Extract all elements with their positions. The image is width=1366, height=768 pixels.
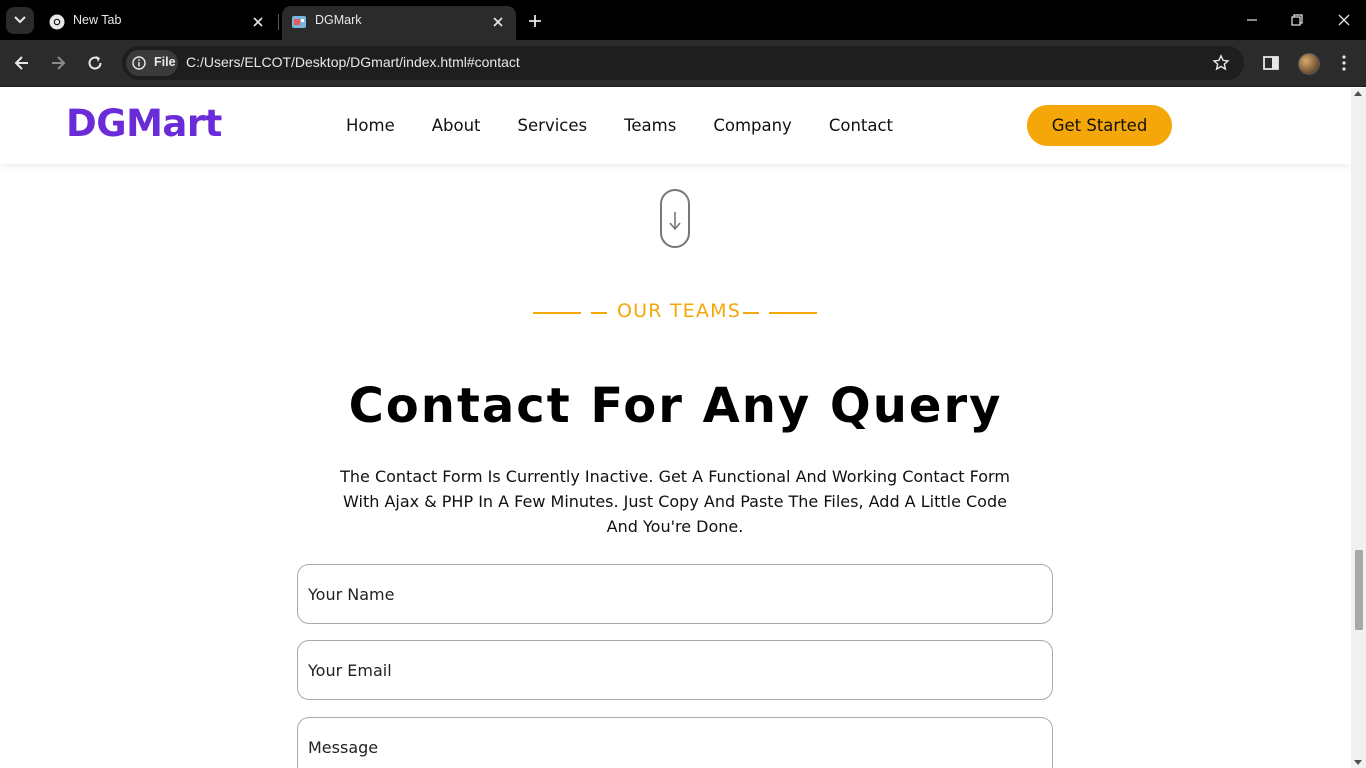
site-header: DGMart Home About Services Teams Company… [0,88,1351,164]
restore-icon[interactable] [1287,10,1307,30]
scroll-up-arrow-icon[interactable] [1354,91,1362,96]
url-text[interactable]: C:/Users/ELCOT/Desktop/DGmart/index.html… [186,54,520,70]
file-chip-label: File [154,55,176,69]
nav-services[interactable]: Services [518,116,588,135]
scroll-down-indicator[interactable] [660,189,690,248]
chevron-down-icon [14,16,26,24]
eyebrow-line [769,312,817,314]
nav-contact[interactable]: Contact [829,116,893,135]
site-info-chip[interactable]: File [126,50,178,76]
section-eyebrow: OUR TEAMS [533,300,817,324]
email-field[interactable] [297,640,1053,700]
more-menu-icon[interactable] [1334,53,1354,73]
address-bar[interactable]: File C:/Users/ELCOT/Desktop/DGmart/index… [122,46,1244,80]
nav-company[interactable]: Company [713,116,792,135]
window-close-icon[interactable] [1334,10,1354,30]
eyebrow-line [591,312,607,314]
back-arrow-icon[interactable] [12,53,32,73]
side-panel-icon[interactable] [1261,53,1281,73]
section-title: Contact For Any Query [348,378,1003,434]
minimize-icon[interactable] [1242,10,1262,30]
nav-teams[interactable]: Teams [624,116,676,135]
tab-title: DGMark [315,13,362,27]
nav-home[interactable]: Home [346,116,395,135]
forward-arrow-icon[interactable] [48,53,68,73]
page-favicon-icon [292,16,306,28]
close-icon[interactable] [250,14,266,30]
eyebrow-line [533,312,581,314]
tab-search-button[interactable] [6,7,34,34]
eyebrow-line [743,312,759,314]
scrollbar-thumb[interactable] [1355,550,1363,630]
nav-about[interactable]: About [432,116,481,135]
bookmark-star-icon[interactable] [1212,54,1230,72]
tab-title: New Tab [73,13,122,27]
browser-toolbar: File C:/Users/ELCOT/Desktop/DGmart/index… [0,40,1366,87]
message-field[interactable] [297,717,1053,768]
browser-tab-bar: New Tab DGMark [0,0,1366,40]
site-logo[interactable]: DGMart [66,102,222,145]
section-description: The Contact Form Is Currently Inactive. … [340,467,1010,536]
scroll-down-arrow-icon[interactable] [1354,760,1362,765]
get-started-button[interactable]: Get Started [1027,105,1172,146]
profile-avatar[interactable] [1298,53,1320,75]
page-viewport: DGMart Home About Services Teams Company… [0,88,1351,768]
reload-icon[interactable] [85,53,105,73]
new-tab-plus-icon[interactable] [526,12,544,30]
chrome-icon [49,14,65,30]
tab-new-tab[interactable]: New Tab [40,6,276,40]
main-nav: Home About Services Teams Company Contac… [346,116,930,135]
eyebrow-text: OUR TEAMS [617,300,741,322]
close-icon[interactable] [490,14,506,30]
arrow-down-icon [669,212,681,231]
info-icon [132,56,146,70]
page-scrollbar[interactable] [1351,88,1366,768]
name-field[interactable] [297,564,1053,624]
tab-separator [278,14,279,30]
tab-dgmark[interactable]: DGMark [282,6,516,40]
